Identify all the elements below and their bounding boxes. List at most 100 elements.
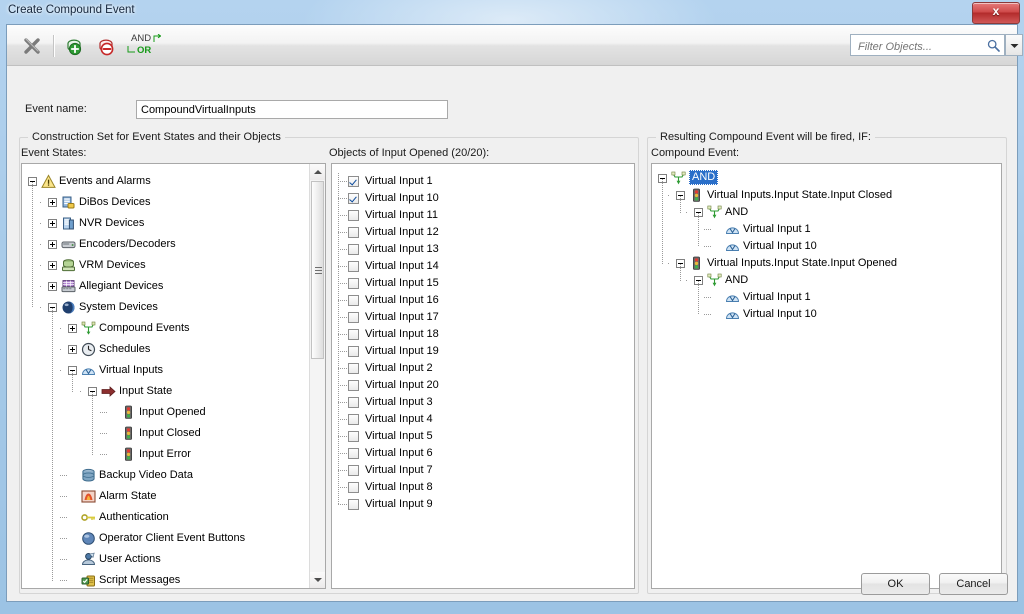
- expand-icon[interactable]: [48, 219, 57, 228]
- input-state-arrow-icon: [101, 386, 116, 397]
- add-state-button[interactable]: [59, 31, 89, 61]
- expand-icon[interactable]: [48, 198, 57, 207]
- object-checkbox[interactable]: [348, 329, 359, 340]
- tree-connector: [60, 580, 68, 581]
- traffic-light-icon: [693, 256, 700, 270]
- object-checkbox[interactable]: [348, 380, 359, 391]
- object-checkbox[interactable]: [348, 295, 359, 306]
- object-label: Virtual Input 15: [365, 277, 439, 289]
- object-checkbox[interactable]: [348, 193, 359, 204]
- tree-node-label: Schedules: [99, 343, 151, 355]
- tree-node-label: Virtual Inputs.Input State.Input Opened: [707, 257, 897, 269]
- tree-connector: [338, 470, 347, 471]
- object-label: Virtual Input 8: [365, 481, 433, 493]
- event-states-tree[interactable]: Events and Alarms DiBos Devices NVR Device…: [21, 163, 326, 589]
- object-checkbox[interactable]: [348, 346, 359, 357]
- event-tree-scrollbar[interactable]: [309, 164, 325, 588]
- object-checkbox[interactable]: [348, 278, 359, 289]
- object-checkbox[interactable]: [348, 414, 359, 425]
- objects-list-pane[interactable]: Virtual Input 1 Virtual Input 10 Virtual I…: [331, 163, 635, 589]
- or-branch-icon: [127, 46, 135, 53]
- and-label: AND: [131, 33, 152, 44]
- object-checkbox[interactable]: [348, 176, 359, 187]
- dialog-window: Create Compound Event x AND OR Filter Ob…: [0, 0, 1024, 614]
- dibos-device-icon: [62, 196, 75, 209]
- ok-button[interactable]: OK: [861, 573, 930, 595]
- virtual-input-icon: [725, 227, 740, 234]
- add-state-icon: [67, 39, 82, 56]
- and-or-toggle-button[interactable]: AND OR: [123, 31, 163, 61]
- object-label: Virtual Input 14: [365, 260, 439, 272]
- tree-connector: [40, 244, 42, 245]
- object-checkbox[interactable]: [348, 363, 359, 374]
- tree-connector: [40, 202, 42, 203]
- object-checkbox[interactable]: [348, 397, 359, 408]
- tree-node-label: Virtual Inputs.Input State.Input Closed: [707, 189, 893, 201]
- object-checkbox[interactable]: [348, 312, 359, 323]
- expand-icon[interactable]: [68, 345, 77, 354]
- close-button[interactable]: x: [972, 2, 1020, 24]
- delete-button[interactable]: [17, 31, 47, 61]
- user-action-icon: [81, 552, 96, 565]
- object-label: Virtual Input 12: [365, 226, 439, 238]
- expand-icon[interactable]: [48, 261, 57, 270]
- remove-state-icon: [99, 39, 114, 56]
- object-label: Virtual Input 1: [365, 175, 433, 187]
- object-label: Virtual Input 6: [365, 447, 433, 459]
- object-checkbox[interactable]: [348, 431, 359, 442]
- expand-icon[interactable]: [48, 240, 57, 249]
- expand-icon[interactable]: [48, 282, 57, 291]
- alarm-state-icon: [81, 490, 96, 503]
- tree-node-label: Backup Video Data: [99, 469, 193, 481]
- tree-node-label: Input Error: [139, 448, 191, 460]
- tree-node-label: Authentication: [99, 511, 169, 523]
- tree-connector: [686, 212, 688, 213]
- tree-connector-vertical: [338, 173, 339, 504]
- resulting-event-title: Resulting Compound Event will be fired, …: [656, 131, 875, 143]
- object-checkbox[interactable]: [348, 261, 359, 272]
- tree-connector-vertical: [698, 213, 699, 247]
- tree-node-label: NVR Devices: [79, 217, 145, 229]
- expand-icon[interactable]: [68, 324, 77, 333]
- tree-connector: [686, 280, 688, 281]
- tree-node-label: Script Messages: [99, 574, 181, 586]
- filter-dropdown-button[interactable]: [1005, 34, 1023, 56]
- object-checkbox[interactable]: [348, 499, 359, 510]
- tree-connector: [338, 266, 347, 267]
- scroll-up-button[interactable]: [310, 164, 325, 180]
- tree-connector: [60, 349, 62, 350]
- object-checkbox[interactable]: [348, 210, 359, 221]
- tree-connector: [338, 351, 347, 352]
- object-checkbox[interactable]: [348, 465, 359, 476]
- objects-label: Objects of Input Opened (20/20):: [329, 147, 490, 159]
- compound-event-tree[interactable]: AND Virtual Inputs.Input State.Input Clos…: [651, 163, 1002, 589]
- scroll-down-button[interactable]: [310, 572, 325, 588]
- object-checkbox[interactable]: [348, 482, 359, 493]
- cancel-button[interactable]: Cancel: [939, 573, 1008, 595]
- tree-connector: [338, 198, 347, 199]
- tree-node-label: System Devices: [79, 301, 158, 313]
- tree-connector: [704, 314, 712, 315]
- tree-connector: [668, 195, 670, 196]
- scroll-thumb[interactable]: [311, 181, 324, 359]
- tree-connector: [704, 297, 712, 298]
- remove-state-button[interactable]: [91, 31, 121, 61]
- object-checkbox[interactable]: [348, 244, 359, 255]
- virtual-input-icon: [81, 368, 96, 375]
- tree-connector: [338, 317, 347, 318]
- warning-icon: [41, 174, 56, 188]
- tree-connector: [338, 300, 347, 301]
- tree-node-label: Virtual Input 1: [743, 223, 811, 235]
- search-input[interactable]: [856, 38, 968, 55]
- object-checkbox[interactable]: [348, 448, 359, 459]
- database-icon: [82, 468, 95, 482]
- search-icon[interactable]: [987, 39, 1000, 52]
- object-checkbox[interactable]: [348, 227, 359, 238]
- event-name-input[interactable]: [136, 100, 448, 119]
- tree-connector: [338, 368, 347, 369]
- object-label: Virtual Input 20: [365, 379, 439, 391]
- tree-connector-vertical: [72, 371, 73, 392]
- filter-objects-box[interactable]: [850, 34, 1005, 56]
- tree-connector: [338, 504, 347, 505]
- tree-node-label: DiBos Devices: [79, 196, 151, 208]
